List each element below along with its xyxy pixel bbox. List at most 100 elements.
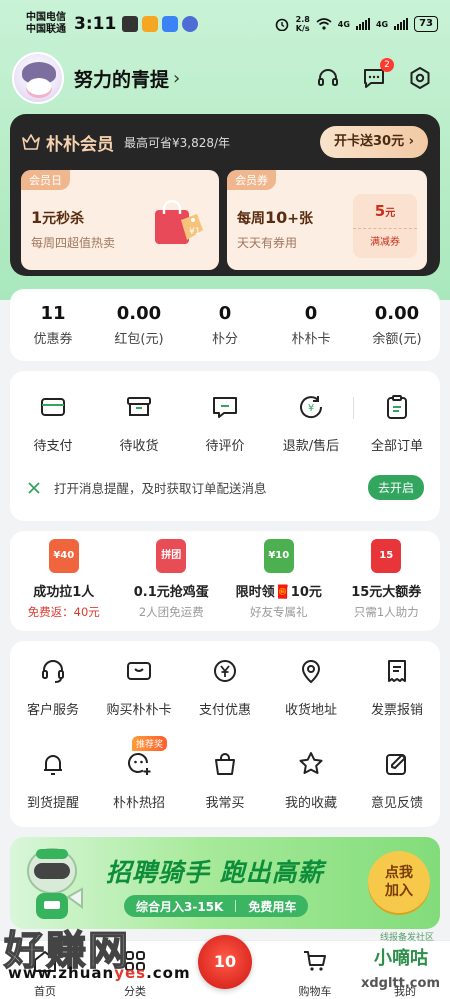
user-name[interactable]: 努力的青提 [74, 65, 169, 92]
coupon-envelope-icon: 15 [371, 539, 402, 573]
service-frequent-buys[interactable]: 我常买 [182, 734, 268, 820]
carrier-info: 中国电信 中国联通 [26, 12, 66, 36]
yen-icon [214, 660, 236, 682]
nfc-icon [122, 16, 139, 32]
bell-icon [44, 755, 62, 775]
service-invoice[interactable]: 发票报销 [354, 641, 440, 727]
alarm-icon [275, 18, 288, 31]
signal-2-icon [394, 18, 409, 30]
promo-limited[interactable]: ¥10 限时领🧧10元 好友专属礼 [225, 531, 333, 631]
join-button[interactable]: 点我 加入 [368, 851, 430, 913]
gift-envelope-icon: ¥10 [263, 539, 294, 573]
services-grid: 客户服务 购买朴朴卡 支付优惠 收货地址 发票报销 到货提醒 推荐奖 朴朴热招 … [10, 641, 440, 827]
headset-icon [42, 660, 64, 683]
refund-icon: ¥ [300, 396, 323, 419]
promotions-panel: ¥40 成功拉1人 免费返：40元 拼团 0.1元抢鸡蛋 2人团免运费 ¥10 … [10, 531, 440, 631]
asset-points[interactable]: 0 朴分 [182, 289, 268, 361]
wallet-icon [41, 398, 65, 416]
status-bar: 中国电信 中国联通 3:11 2.8 K/s 4G 4G 73 [0, 0, 450, 48]
service-buy-card[interactable]: 购买朴朴卡 [96, 641, 182, 727]
rider-mascot-icon [27, 848, 83, 919]
enable-notifications-button[interactable]: 去开启 [367, 475, 424, 500]
watermark-right-caption: 线报备发社区 [379, 933, 434, 943]
asset-gift-card[interactable]: 0 朴朴卡 [268, 289, 354, 361]
promo-big-coupon[interactable]: 15 15元大额券 只需1人助力 [333, 531, 441, 631]
nav-center-promo[interactable]: 10 [180, 935, 270, 999]
order-all[interactable]: 全部订单 [354, 393, 440, 467]
membership-savings: 最高可省¥3,828/年 [124, 135, 231, 150]
message-badge: 2 [380, 58, 394, 72]
network-speed: 2.8 K/s [295, 15, 310, 33]
member-coupon-title: 每周10+张 [237, 208, 313, 227]
signal-1-icon [355, 18, 370, 30]
member-day-desc: 每周四超值热卖 [31, 236, 116, 250]
carrier-1: 中国电信 [26, 12, 66, 23]
service-address[interactable]: 收货地址 [268, 641, 354, 727]
assets-panel: 11 优惠券 0.00 红包(元) 0 朴分 0 朴朴卡 0.00 余额(元) [10, 289, 440, 361]
red-envelope-icon: ¥40 [48, 539, 79, 573]
member-coupon-desc: 天天有券用 [237, 236, 298, 250]
app-notification-icon [142, 16, 159, 32]
notification-prompt-text: 打开消息提醒，及时获取订单配送消息 [54, 481, 267, 496]
battery-icon: 73 [414, 16, 438, 32]
feedback-icon [386, 754, 406, 775]
order-refund[interactable]: ¥ 退款/售后 [268, 393, 354, 467]
cart-icon [304, 951, 326, 971]
profile-header: 努力的青提 › 2 [12, 52, 438, 104]
banner-title: 招聘骑手 跑出高薪 [106, 858, 324, 887]
member-coupon-box[interactable]: 会员券 每周10+张 天天有券用 5元 满减券 [227, 170, 427, 270]
carrier-2: 中国联通 [26, 24, 66, 35]
member-coupon-tag: 会员券 [227, 170, 276, 190]
open-card-button[interactable]: 开卡送30元 › [320, 126, 428, 158]
promo-group-buy[interactable]: 拼团 0.1元抢鸡蛋 2人团免运费 [118, 531, 226, 631]
invoice-icon [388, 660, 406, 682]
card-icon [127, 662, 151, 680]
order-pending-receipt[interactable]: 待收货 [96, 393, 182, 467]
promo-invite[interactable]: ¥40 成功拉1人 免费返：40元 [10, 531, 118, 631]
browser-app-icon [182, 16, 199, 32]
shopping-bag-icon: ¥1 [155, 200, 203, 244]
service-customer-service[interactable]: 客户服务 [10, 641, 96, 727]
wifi-icon [316, 18, 332, 30]
order-pending-payment[interactable]: 待支付 [10, 393, 96, 467]
chevron-right-icon[interactable]: › [173, 68, 180, 89]
status-right: 2.8 K/s 4G 4G 73 [274, 15, 438, 33]
membership-card[interactable]: 朴朴会员 最高可省¥3,828/年 开卡送30元 › 会员日 1元秒杀 每周四超… [10, 114, 440, 276]
comment-icon [213, 397, 237, 418]
coupon-ticket: 5元 满减券 [353, 194, 417, 258]
asset-coupons[interactable]: 11 优惠券 [10, 289, 96, 361]
service-feedback[interactable]: 意见反馈 [354, 734, 440, 820]
nav-cart[interactable]: 购物车 [270, 941, 360, 999]
watermark-right-logo: 小嘀咕 [364, 945, 438, 973]
asset-balance[interactable]: 0.00 余额(元) [354, 289, 440, 361]
order-pending-review[interactable]: 待评价 [182, 393, 268, 467]
asset-red-packets[interactable]: 0.00 红包(元) [96, 289, 182, 361]
clipboard-icon [387, 395, 407, 419]
signal-2-type: 4G [375, 19, 389, 29]
watermark-right-url: xdgltt.com [360, 976, 440, 991]
settings-icon[interactable] [408, 66, 432, 90]
svg-text:¥: ¥ [308, 403, 314, 414]
message-icon[interactable]: 2 [362, 58, 394, 90]
service-favorites[interactable]: 我的收藏 [268, 734, 354, 820]
location-icon [301, 660, 321, 684]
avatar[interactable] [12, 52, 64, 104]
customer-service-icon[interactable] [316, 66, 340, 90]
orders-panel: 待支付 待收货 待评价 ¥ 退款/售后 全部订单 打开消息提醒，及时获取订单配送… [10, 371, 440, 521]
message-app-icon [162, 16, 179, 32]
status-time: 3:11 [74, 14, 117, 34]
svg-text:¥1: ¥1 [189, 227, 200, 237]
service-arrival-reminder[interactable]: 到货提醒 [10, 734, 96, 820]
notification-icons [122, 16, 199, 32]
box-icon [127, 397, 151, 416]
service-recruiting[interactable]: 推荐奖 朴朴热招 [96, 734, 182, 820]
service-payment-discount[interactable]: 支付优惠 [182, 641, 268, 727]
member-day-box[interactable]: 会员日 1元秒杀 每周四超值热卖 ¥1 [21, 170, 219, 270]
banner-info-pill: 综合月入3-15K 免费用车 [124, 895, 309, 917]
bag-icon [215, 753, 235, 775]
rider-recruit-banner[interactable]: 招聘骑手 跑出高薪 综合月入3-15K 免费用车 点我 加入 [10, 837, 440, 929]
watermark-url: www.zhuanyes.com [8, 964, 191, 982]
close-icon[interactable] [26, 480, 42, 496]
notification-prompt: 打开消息提醒，及时获取订单配送消息 去开启 [20, 467, 430, 507]
star-icon [299, 752, 323, 774]
